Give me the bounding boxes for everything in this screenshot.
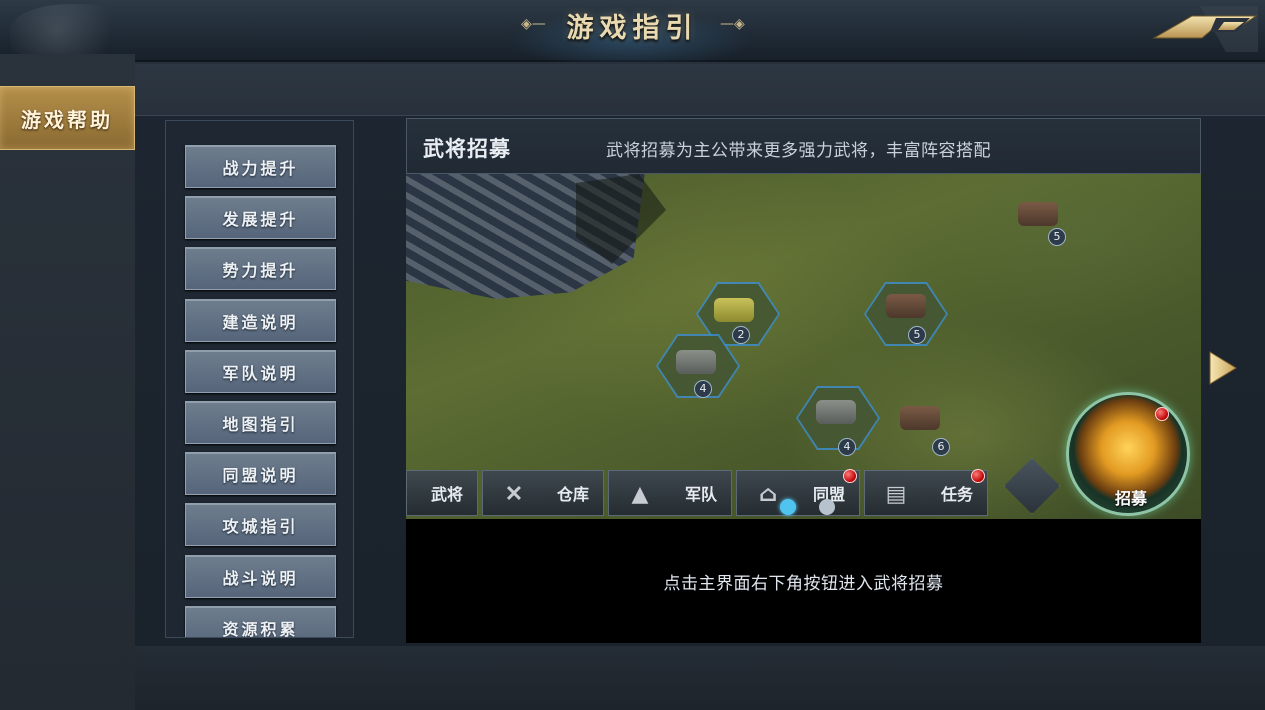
bar-item-army: ▲ 军队 xyxy=(608,470,732,516)
left-tab-column xyxy=(0,54,135,710)
page-dot-2[interactable] xyxy=(819,499,835,515)
back-button[interactable] xyxy=(1140,4,1260,54)
page-dot-1[interactable] xyxy=(780,499,796,515)
tile-level-badge: 4 xyxy=(694,380,712,398)
menu-item-battle[interactable]: 战斗说明 xyxy=(185,555,336,598)
menu-item-build[interactable]: 建造说明 xyxy=(185,299,336,342)
flag-icon xyxy=(1004,458,1060,514)
guide-screenshot: 2 5 4 4 6 5 武将 ✕ 仓库 ▲ 军队 ⌂ 同盟 ▤ 任务 招募 xyxy=(406,174,1201,519)
page-title: 游戏指引 xyxy=(566,13,699,44)
tile-level-badge: 2 xyxy=(732,326,750,344)
guide-content-header: 武将招募 武将招募为主公带来更多强力武将，丰富阵容搭配 xyxy=(406,118,1201,174)
task-icon: ▤ xyxy=(885,481,907,507)
bar-item-general: 武将 xyxy=(406,470,478,516)
guide-topic-title: 武将招募 xyxy=(423,137,511,161)
tile-level-badge: 6 xyxy=(932,438,950,456)
bar-item-task: ▤ 任务 xyxy=(864,469,988,516)
army-icon: ▲ xyxy=(631,481,649,507)
menu-item-alliance[interactable]: 同盟说明 xyxy=(185,452,336,495)
menu-item-power[interactable]: 战力提升 xyxy=(185,145,336,188)
tile-level-badge: 4 xyxy=(838,438,856,456)
house-icon xyxy=(1018,202,1058,226)
guide-menu-list[interactable]: 战力提升 发展提升 势力提升 建造说明 军队说明 地图指引 同盟说明 攻城指引 … xyxy=(165,120,354,638)
bottom-band xyxy=(135,646,1265,710)
tile-level-badge: 5 xyxy=(908,326,926,344)
bar-item-warehouse: ✕ 仓库 xyxy=(482,470,604,516)
tile-level-badge: 5 xyxy=(1048,228,1066,246)
menu-item-resources[interactable]: 资源积累 xyxy=(185,606,336,637)
menu-item-army[interactable]: 军队说明 xyxy=(185,350,336,393)
top-header: ◈— 游戏指引 —◈ xyxy=(0,0,1265,62)
title-right-flourish-icon: —◈ xyxy=(720,16,745,32)
rock-icon xyxy=(816,400,856,424)
recruit-label: 招募 xyxy=(1114,489,1147,508)
menu-item-develop[interactable]: 发展提升 xyxy=(185,196,336,239)
rock-icon xyxy=(676,350,716,374)
warehouse-icon: ✕ xyxy=(504,481,524,507)
notification-badge xyxy=(843,469,857,483)
menu-item-siege[interactable]: 攻城指引 xyxy=(185,503,336,546)
subheader-band xyxy=(135,64,1265,116)
notification-badge xyxy=(971,469,985,483)
next-page-arrow-icon[interactable] xyxy=(1206,348,1240,388)
game-bottom-bar: 武将 ✕ 仓库 ▲ 军队 ⌂ 同盟 ▤ 任务 xyxy=(406,469,1006,516)
house-icon xyxy=(900,406,940,430)
menu-item-map[interactable]: 地图指引 xyxy=(185,401,336,444)
tab-game-help[interactable]: 游戏帮助 xyxy=(0,86,135,150)
back-arrow-icon xyxy=(1152,6,1258,52)
guide-topic-description: 武将招募为主公带来更多强力武将，丰富阵容搭配 xyxy=(606,141,991,161)
bar-item-alliance: ⌂ 同盟 xyxy=(736,469,860,516)
guide-caption: 点击主界面右下角按钮进入武将招募 xyxy=(406,519,1201,643)
farm-icon xyxy=(714,298,754,322)
recruit-icon: 招募 xyxy=(1066,392,1190,516)
notification-badge xyxy=(1155,407,1169,421)
house-icon xyxy=(886,294,926,318)
menu-item-influence[interactable]: 势力提升 xyxy=(185,247,336,290)
